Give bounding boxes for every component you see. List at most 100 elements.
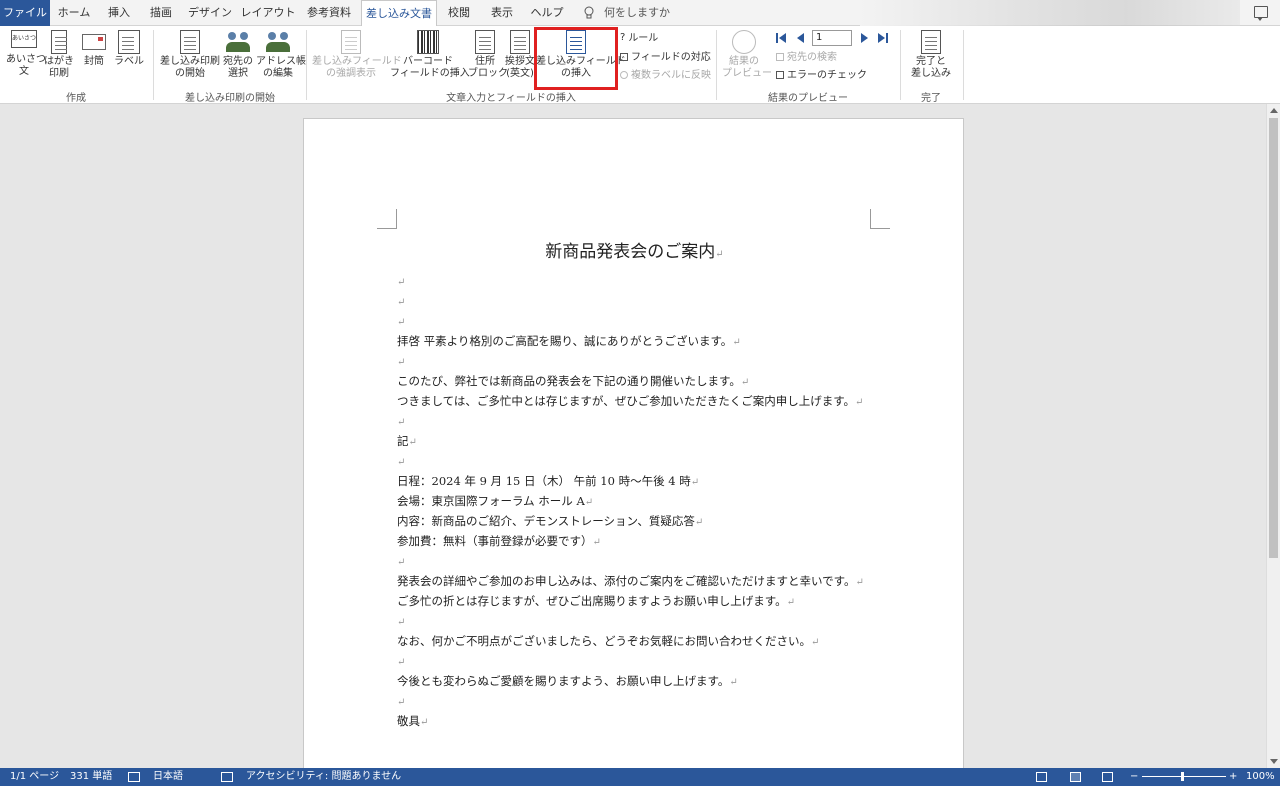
document-line: ↵	[397, 411, 405, 431]
tab-view[interactable]: 表示	[480, 0, 524, 26]
paragraph-mark: ↵	[732, 337, 741, 348]
rules-button[interactable]: ? ルール	[620, 30, 658, 46]
paragraph-mark: ↵	[397, 317, 406, 328]
edit-label-2: の編集	[263, 68, 293, 79]
proofing-icon[interactable]	[128, 772, 140, 782]
preview-icon	[732, 30, 756, 54]
document-line: このたび、弊社では新商品の発表会を下記の通り開催いたします。↵	[397, 371, 749, 391]
highlight-label-2: の強調表示	[326, 68, 376, 79]
language-indicator[interactable]: 日本語	[153, 768, 183, 786]
read-mode-icon[interactable]	[1036, 772, 1047, 782]
address-block-icon	[475, 30, 495, 54]
paragraph-mark: ↵	[729, 677, 738, 688]
edit-recipients-button[interactable]: アドレス帳 の編集	[256, 30, 306, 80]
preview-results-button[interactable]: 結果の プレビュー	[722, 30, 772, 80]
lightbulb-icon	[584, 6, 594, 19]
document-title: 新商品発表会のご案内↵	[545, 242, 724, 262]
last-record-icon[interactable]	[878, 32, 890, 44]
barcode-field-button[interactable]: バーコード フィールドの挿入	[390, 30, 470, 80]
line-text: 今後とも変わらぬご愛顧を賜りますよう、お願い申し上げます。	[397, 674, 730, 688]
vertical-scrollbar[interactable]	[1266, 104, 1280, 768]
tab-mailings[interactable]: 差し込み文書	[361, 0, 437, 27]
edit-label-1: アドレス帳	[256, 56, 306, 67]
first-record-icon[interactable]	[776, 32, 788, 44]
tab-layout[interactable]: レイアウト	[238, 0, 298, 26]
postcard-label-1: はがき	[44, 56, 74, 67]
labels-button[interactable]: ラベル	[114, 30, 144, 68]
record-number-input[interactable]: 1	[812, 30, 852, 46]
macro-icon[interactable]	[221, 772, 233, 782]
comments-icon[interactable]	[1254, 6, 1268, 21]
document-line: ↵	[397, 691, 405, 711]
word-count[interactable]: 331 単語	[70, 768, 112, 786]
document-line: 日程：2024 年 9 月 15 日（木） 午前 10 時〜午後 4 時↵	[397, 471, 699, 491]
line-text: ご多忙の折とは存じますが、ぜひご出席賜りますようお願い申し上げます。	[397, 594, 787, 608]
document-line: 記↵	[397, 431, 417, 451]
scroll-down-icon[interactable]	[1270, 759, 1278, 764]
select-recipients-button[interactable]: 宛先の 選択	[222, 30, 254, 80]
address-label-2: ブロック	[468, 68, 508, 79]
zoom-out-button[interactable]: −	[1130, 768, 1138, 786]
address-block-button[interactable]: 住所 ブロック	[468, 30, 508, 80]
document-line: ↵	[397, 271, 405, 291]
zoom-slider-track[interactable]	[1142, 776, 1226, 777]
tab-draw[interactable]: 描画	[140, 0, 182, 26]
highlight-label-1: 差し込みフィールド	[312, 56, 402, 67]
highlight-fields-icon	[341, 30, 361, 54]
print-layout-icon[interactable]	[1070, 772, 1081, 782]
address-label-1: 住所	[475, 56, 495, 67]
greeting-button[interactable]: あいさつ あいさつ 文	[6, 30, 46, 78]
tell-me-search[interactable]: 何をしますか	[604, 0, 670, 26]
preview-label-1: 結果の	[729, 56, 759, 67]
envelope-button[interactable]: 封筒	[80, 30, 108, 68]
paragraph-mark: ↵	[397, 297, 406, 308]
check-errors-button[interactable]: エラーのチェック	[776, 68, 867, 84]
next-record-icon[interactable]	[860, 32, 870, 44]
document-page[interactable]: 新商品発表会のご案内↵ ↵ ↵ ↵ 拝啓 平素より格別のご高配を賜り、誠にありがとうご…	[303, 118, 964, 768]
greeting-line-label-1: 挨拶文	[505, 56, 535, 67]
start-mail-merge-button[interactable]: 差し込み印刷 の開始	[160, 30, 220, 80]
tab-file[interactable]: ファイル	[0, 0, 50, 26]
match-fields-label: フィールドの対応	[631, 52, 711, 63]
finish-merge-icon	[921, 30, 941, 54]
tab-design[interactable]: デザイン	[182, 0, 238, 26]
scroll-up-icon[interactable]	[1270, 108, 1278, 113]
group-label-write-insert: 文章入力とフィールドの挿入	[446, 93, 576, 104]
tab-help[interactable]: ヘルプ	[524, 0, 570, 26]
zoom-in-button[interactable]: +	[1229, 768, 1237, 786]
paragraph-mark: ↵	[397, 617, 406, 628]
preview-label-2: プレビュー	[722, 68, 772, 79]
document-line: 内容：新商品のご紹介、デモンストレーション、質疑応答↵	[397, 511, 703, 531]
line-text: 参加費：無料（事前登録が必要です）	[397, 534, 593, 548]
highlight-merge-fields-button[interactable]: 差し込みフィールド の強調表示	[312, 30, 402, 80]
paragraph-mark: ↵	[397, 657, 406, 668]
barcode-icon	[417, 30, 439, 54]
paragraph-mark: ↵	[855, 577, 864, 588]
tab-review[interactable]: 校閲	[438, 0, 480, 26]
select-label-1: 宛先の	[223, 56, 253, 67]
greeting-line-label-2: (英文)	[506, 68, 534, 79]
tab-references[interactable]: 参考資料	[298, 0, 360, 26]
zoom-slider-thumb[interactable]	[1181, 772, 1184, 781]
postcard-print-button[interactable]: はがき 印刷	[44, 30, 74, 80]
greeting-line-button[interactable]: 挨拶文 (英文)	[503, 30, 537, 80]
separator	[963, 30, 964, 100]
line-text: 記	[397, 434, 409, 448]
find-recipient-button[interactable]: 宛先の検索	[776, 50, 837, 66]
page-count[interactable]: 1/1 ページ	[10, 768, 59, 786]
update-labels-button[interactable]: 複数ラベルに反映	[620, 68, 711, 84]
tab-insert[interactable]: 挿入	[98, 0, 140, 26]
document-line: 会場：東京国際フォーラム ホール A↵	[397, 491, 593, 511]
tab-home[interactable]: ホーム	[50, 0, 98, 26]
finish-merge-button[interactable]: 完了と 差し込み	[906, 30, 956, 80]
zoom-level[interactable]: 100%	[1246, 768, 1275, 786]
paragraph-mark: ↵	[397, 357, 406, 368]
previous-record-icon[interactable]	[796, 32, 806, 44]
scrollbar-thumb[interactable]	[1269, 118, 1278, 558]
accessibility-status[interactable]: アクセシビリティ: 問題ありません	[246, 768, 401, 786]
labels-label: ラベル	[114, 56, 144, 67]
web-layout-icon[interactable]	[1102, 772, 1113, 782]
match-fields-button[interactable]: フィールドの対応	[620, 50, 711, 66]
greeting-card-icon: あいさつ	[11, 30, 37, 48]
document-area: 新商品発表会のご案内↵ ↵ ↵ ↵ 拝啓 平素より格別のご高配を賜り、誠にありがとうご…	[0, 104, 1266, 768]
